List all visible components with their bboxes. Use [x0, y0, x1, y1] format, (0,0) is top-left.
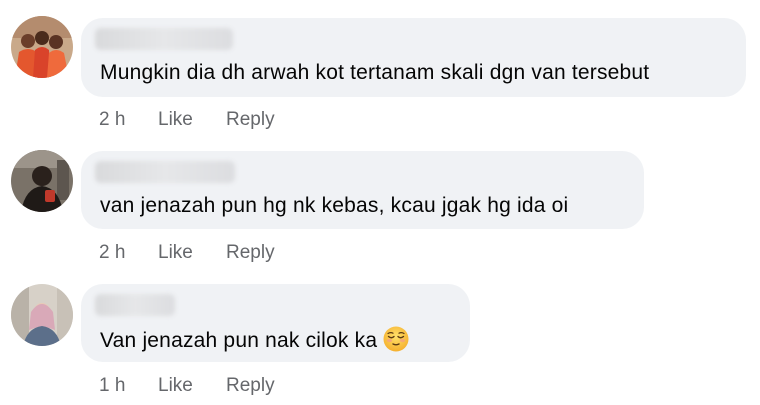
comment-timestamp[interactable]: 2 h	[99, 109, 125, 131]
comment-bubble: Mungkin dia dh arwah kot tertanam skali …	[81, 18, 746, 97]
comment-bubble: van jenazah pun hg nk kebas, kcau jgak h…	[81, 151, 644, 229]
comment-text: van jenazah pun hg nk kebas, kcau jgak h…	[100, 194, 569, 217]
avatar-image	[11, 150, 73, 212]
commenter-name-blurred[interactable]	[95, 28, 233, 50]
comment-item: Van jenazah pun nak cilok ka 1 h Like Re…	[0, 270, 760, 405]
avatar[interactable]	[11, 150, 73, 212]
like-button[interactable]: Like	[158, 375, 193, 397]
like-button[interactable]: Like	[158, 242, 193, 264]
comment-timestamp[interactable]: 1 h	[99, 375, 125, 397]
relieved-face-emoji	[383, 326, 409, 352]
comment-timestamp[interactable]: 2 h	[99, 242, 125, 264]
avatar-image	[11, 16, 73, 78]
comment-text-content: Van jenazah pun nak cilok ka	[100, 329, 378, 352]
commenter-name-blurred[interactable]	[95, 161, 235, 183]
comment-text: Mungkin dia dh arwah kot tertanam skali …	[100, 61, 650, 84]
comment-text: Van jenazah pun nak cilok ka	[100, 326, 409, 354]
reply-button[interactable]: Reply	[226, 109, 275, 131]
comment-bubble: Van jenazah pun nak cilok ka	[81, 284, 470, 362]
like-button[interactable]: Like	[158, 109, 193, 131]
avatar[interactable]	[11, 284, 73, 346]
reply-button[interactable]: Reply	[226, 375, 275, 397]
comment-item: van jenazah pun hg nk kebas, kcau jgak h…	[0, 135, 760, 270]
avatar-image	[11, 284, 73, 346]
commenter-name-blurred[interactable]	[95, 294, 175, 316]
reply-button[interactable]: Reply	[226, 242, 275, 264]
comment-item: Mungkin dia dh arwah kot tertanam skali …	[0, 0, 760, 135]
avatar[interactable]	[11, 16, 73, 78]
